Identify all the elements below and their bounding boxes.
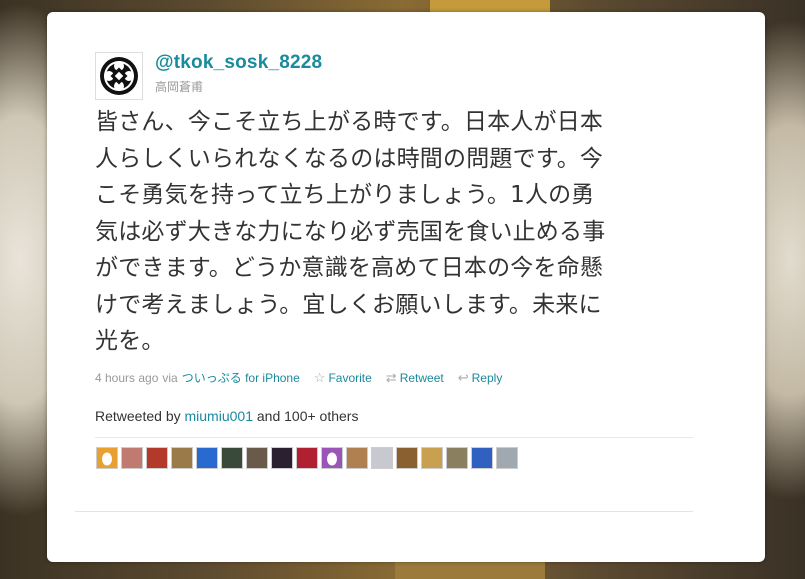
background-detail bbox=[395, 561, 545, 579]
retweeter-avatars bbox=[96, 447, 518, 469]
divider bbox=[95, 437, 693, 438]
tweet-text: 皆さん、今こそ立ち上がる時です。日本人が日本人らしくいられなくなるのは時間の問題… bbox=[95, 109, 606, 354]
favorite-button[interactable]: ☆ Favorite bbox=[314, 370, 372, 386]
family-crest-icon bbox=[100, 57, 138, 95]
dark-avatar[interactable] bbox=[271, 447, 293, 469]
client-link[interactable]: ついっぷる for iPhone bbox=[182, 369, 300, 386]
retweeted-by: Retweeted by miumiu001 and 100+ others bbox=[95, 408, 358, 424]
divider bbox=[75, 511, 693, 512]
bottles-avatar[interactable] bbox=[496, 447, 518, 469]
egg-avatar[interactable] bbox=[321, 447, 343, 469]
reply-label: Reply bbox=[471, 370, 503, 385]
cat-avatar[interactable] bbox=[246, 447, 268, 469]
food-avatar[interactable] bbox=[421, 447, 443, 469]
bird-avatar[interactable] bbox=[346, 447, 368, 469]
wave-avatar[interactable] bbox=[471, 447, 493, 469]
full-name: 高岡蒼甫 bbox=[155, 80, 204, 94]
retweet-button[interactable]: ⇄ Retweet bbox=[386, 370, 444, 386]
brown-avatar[interactable] bbox=[396, 447, 418, 469]
photo-avatar[interactable] bbox=[171, 447, 193, 469]
red-flower-avatar[interactable] bbox=[296, 447, 318, 469]
favorite-label: Favorite bbox=[328, 370, 372, 385]
background-detail bbox=[430, 0, 550, 12]
character-avatar[interactable] bbox=[446, 447, 468, 469]
timestamp-link[interactable]: 4 hours ago bbox=[95, 371, 158, 385]
retweet-icon: ⇄ bbox=[385, 369, 397, 385]
egg-avatar[interactable] bbox=[96, 447, 118, 469]
reply-icon: ↩ bbox=[457, 369, 469, 385]
retweeted-suffix: and 100+ others bbox=[256, 408, 359, 424]
via-label: via bbox=[162, 370, 178, 385]
profile-avatar[interactable] bbox=[95, 52, 143, 100]
username-link[interactable]: @tkok_sosk_8228 bbox=[155, 52, 322, 74]
tweet-meta: 4 hours ago via ついっぷる for iPhone ☆ Favor… bbox=[95, 369, 502, 386]
star-icon: ☆ bbox=[313, 369, 326, 385]
reply-button[interactable]: ↩ Reply bbox=[458, 370, 503, 386]
dark-photo-avatar[interactable] bbox=[221, 447, 243, 469]
blue-graphic-avatar[interactable] bbox=[196, 447, 218, 469]
question-avatar[interactable] bbox=[371, 447, 393, 469]
person-avatar[interactable] bbox=[121, 447, 143, 469]
retweet-label: Retweet bbox=[399, 370, 444, 385]
retweeter-link[interactable]: miumiu001 bbox=[185, 408, 253, 424]
retweeted-prefix: Retweeted by bbox=[95, 408, 181, 424]
flower-avatar[interactable] bbox=[146, 447, 168, 469]
